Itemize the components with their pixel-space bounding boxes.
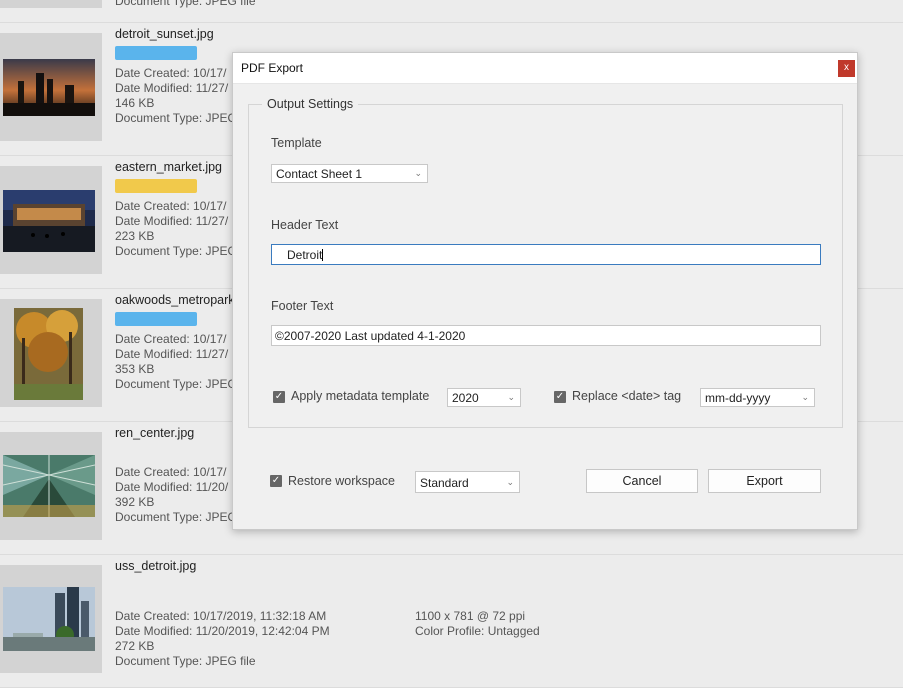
replace-date-checkbox[interactable]: ✓: [554, 391, 566, 403]
date-created: Date Created: 10/17/: [115, 332, 227, 346]
file-name[interactable]: uss_detroit.jpg: [115, 559, 196, 573]
template-select[interactable]: Contact Sheet 1 ⌄: [271, 164, 428, 183]
market-thumbnail-image: [3, 190, 95, 252]
list-item[interactable]: uss_detroit.jpg Date Created: 10/17/2019…: [0, 554, 903, 688]
apply-metadata-checkbox[interactable]: ✓: [273, 391, 285, 403]
apply-metadata-label[interactable]: Apply metadata template: [291, 389, 429, 403]
date-format-select[interactable]: mm-dd-yyyy ⌄: [700, 388, 815, 407]
file-type: Document Type: JPEG: [115, 111, 237, 125]
replace-date-label[interactable]: Replace <date> tag: [572, 389, 681, 403]
group-legend: Output Settings: [262, 97, 359, 111]
file-name[interactable]: ren_center.jpg: [115, 426, 194, 440]
color-label: [115, 312, 197, 326]
file-size: 223 KB: [115, 229, 155, 243]
date-modified: Date Modified: 11/20/2019, 12:42:04 PM: [115, 624, 330, 638]
date-created: Date Created: 10/17/2019, 11:32:18 AM: [115, 609, 327, 623]
file-name[interactable]: oakwoods_metropark: [115, 293, 235, 307]
sunset-thumbnail-image: [3, 59, 95, 116]
glass-atrium-thumbnail-image: [3, 455, 95, 517]
date-modified: Date Modified: 11/27/: [115, 81, 229, 95]
color-label: [115, 46, 197, 60]
header-text-input[interactable]: Detroit: [271, 244, 821, 265]
workspace-select[interactable]: Standard ⌄: [415, 471, 520, 493]
file-size: 146 KB: [115, 96, 155, 110]
chevron-down-icon: ⌄: [506, 477, 514, 487]
file-type: Document Type: JPEG: [115, 377, 237, 391]
list-item[interactable]: Document Type: JPEG file: [0, 0, 903, 23]
thumbnail[interactable]: [0, 33, 102, 141]
file-size: 272 KB: [115, 639, 155, 653]
pdf-export-dialog: PDF Export x Output Settings Template Co…: [232, 52, 858, 530]
dialog-title: PDF Export: [241, 61, 304, 75]
template-label: Template: [271, 136, 322, 150]
metadata-template-select[interactable]: 2020 ⌄: [447, 388, 521, 407]
date-modified: Date Modified: 11/27/: [115, 214, 229, 228]
color-profile: Color Profile: Untagged: [415, 624, 540, 638]
file-name[interactable]: detroit_sunset.jpg: [115, 27, 214, 41]
file-size: 353 KB: [115, 362, 155, 376]
cancel-button[interactable]: Cancel: [586, 469, 698, 493]
footer-text-input[interactable]: ©2007-2020 Last updated 4-1-2020: [271, 325, 821, 346]
file-name[interactable]: eastern_market.jpg: [115, 160, 222, 174]
file-type: Document Type: JPEG file: [115, 0, 256, 8]
output-settings-group: Output Settings Template Contact Sheet 1…: [248, 97, 843, 428]
harbor-thumbnail-image: [3, 587, 95, 651]
thumbnail[interactable]: [0, 166, 102, 274]
thumbnail[interactable]: [0, 432, 102, 540]
thumbnail[interactable]: [0, 299, 102, 407]
color-label: [115, 179, 197, 193]
close-button[interactable]: x: [838, 60, 855, 77]
forest-thumbnail-image: [14, 308, 83, 400]
restore-workspace-label[interactable]: Restore workspace: [288, 474, 395, 488]
date-created: Date Created: 10/17/: [115, 199, 227, 213]
chevron-down-icon: ⌄: [801, 392, 809, 402]
restore-workspace-checkbox[interactable]: ✓: [270, 475, 282, 487]
thumbnail[interactable]: [0, 565, 102, 673]
chevron-down-icon: ⌄: [507, 392, 515, 402]
header-text-label: Header Text: [271, 218, 339, 232]
date-created: Date Created: 10/17/: [115, 66, 227, 80]
file-type: Document Type: JPEG file: [115, 654, 256, 668]
chevron-down-icon: ⌄: [414, 168, 422, 178]
dialog-titlebar[interactable]: PDF Export x: [233, 53, 857, 84]
image-dimensions: 1100 x 781 @ 72 ppi: [415, 609, 526, 623]
date-modified: Date Modified: 11/27/: [115, 347, 229, 361]
thumbnail[interactable]: [0, 0, 102, 8]
text-caret: [322, 249, 324, 261]
file-type: Document Type: JPEG: [115, 244, 237, 258]
export-button[interactable]: Export: [708, 469, 821, 493]
footer-text-label: Footer Text: [271, 299, 334, 313]
